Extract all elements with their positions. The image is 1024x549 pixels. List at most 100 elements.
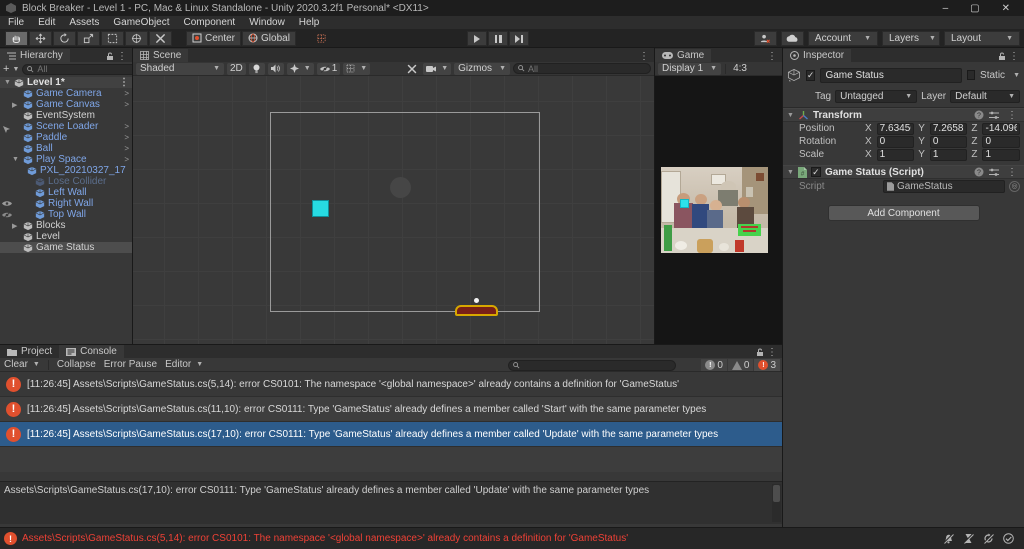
menu-item[interactable]: Edit — [38, 17, 55, 28]
transform-tool-button[interactable] — [125, 30, 148, 46]
console-log-entry[interactable]: ! [11:26:45] Assets\Scripts\GameStatus.c… — [0, 422, 782, 447]
status-error-message[interactable]: Assets\Scripts\GameStatus.cs(5,14): erro… — [22, 533, 628, 544]
hierarchy-item[interactable]: Lose Collider > — [0, 176, 132, 187]
scene-visibility-eye-icon[interactable] — [2, 200, 12, 207]
panel-menu-icon[interactable]: ⋮ — [1006, 51, 1022, 62]
presets-icon[interactable] — [989, 168, 999, 177]
static-checkbox[interactable] — [967, 70, 976, 80]
tab-inspector[interactable]: Inspector — [783, 49, 852, 62]
auto-refresh-disabled-icon[interactable] — [983, 533, 994, 544]
panel-menu-icon[interactable]: ⋮ — [764, 347, 780, 358]
status-bar[interactable]: ! Assets\Scripts\GameStatus.cs(5,14): er… — [0, 527, 1024, 549]
notifications-muted-icon[interactable] — [943, 533, 954, 544]
aspect-ratio-dropdown[interactable]: 4:3 — [730, 63, 750, 75]
hierarchy-item[interactable]: Level > — [0, 231, 132, 242]
async-progress-disabled-icon[interactable] — [963, 533, 974, 544]
console-detail-pane[interactable]: Assets\Scripts\GameStatus.cs(17,10): err… — [0, 481, 782, 524]
pivot-center-button[interactable]: Center — [186, 30, 242, 46]
audio-toggle-button[interactable] — [267, 62, 284, 75]
prefab-arrow-icon[interactable]: > — [124, 144, 129, 153]
collapse-toggle[interactable]: Collapse — [57, 359, 96, 370]
transform-component-header[interactable]: ▼ Transform ? ⋮ — [783, 108, 1024, 122]
component-menu-icon[interactable]: ⋮ — [1004, 110, 1020, 121]
hierarchy-item[interactable]: Game Status > — [0, 242, 132, 253]
scene-header-row[interactable]: ▼ Level 1* ⋮ — [0, 77, 132, 88]
lock-icon[interactable] — [998, 52, 1006, 61]
display-dropdown[interactable]: Display 1 ▼ — [658, 62, 722, 75]
presets-icon[interactable] — [989, 111, 999, 120]
editor-dropdown[interactable]: Editor ▼ — [165, 359, 203, 370]
expander-icon[interactable] — [12, 222, 20, 230]
layer-dropdown[interactable]: Default ▼ — [950, 90, 1020, 103]
pivot-global-button[interactable]: Global — [242, 30, 296, 46]
effects-dropdown[interactable]: ▼ — [286, 62, 314, 75]
console-search-input[interactable] — [523, 360, 671, 371]
prefab-arrow-icon[interactable]: > — [124, 133, 129, 142]
console-log-entry[interactable]: ! [11:26:45] Assets\Scripts\GameStatus.c… — [0, 397, 782, 422]
grid-snap-button[interactable] — [310, 31, 333, 46]
z-value-field[interactable] — [982, 135, 1020, 148]
gizmos-dropdown[interactable]: Gizmos ▼ — [454, 62, 510, 75]
help-icon[interactable]: ? — [974, 167, 984, 177]
hierarchy-item[interactable]: Right Wall > — [0, 198, 132, 209]
game-viewport[interactable] — [655, 76, 782, 344]
cloud-button[interactable] — [780, 31, 804, 46]
ghost-ball-object[interactable] — [390, 177, 411, 198]
close-button[interactable]: ✕ — [1002, 3, 1010, 14]
static-dropdown-icon[interactable]: ▼ — [1013, 72, 1020, 79]
cyan-block-object[interactable] — [312, 200, 329, 217]
console-log-entry[interactable]: ! [11:26:45] Assets\Scripts\GameStatus.c… — [0, 372, 782, 397]
account-dropdown[interactable]: Account ▼ — [807, 31, 878, 46]
scene-panel-menu-icon[interactable]: ⋮ — [636, 51, 652, 62]
y-value-field[interactable] — [929, 135, 968, 148]
hierarchy-item[interactable]: Game Canvas > — [0, 99, 132, 110]
console-scrollbar[interactable] — [772, 484, 781, 522]
ok-check-icon[interactable] — [1003, 533, 1014, 544]
scene-search-input[interactable] — [528, 63, 646, 74]
add-component-button[interactable]: Add Component — [827, 205, 980, 221]
hand-tool-button[interactable] — [5, 30, 28, 46]
maximize-button[interactable]: ▢ — [970, 3, 979, 14]
camera-dropdown[interactable]: ▼ — [423, 62, 452, 75]
tab-project[interactable]: Project — [0, 345, 59, 358]
expander-icon[interactable] — [12, 156, 20, 163]
ball-object[interactable] — [474, 298, 479, 303]
hierarchy-item[interactable]: Ball > — [0, 143, 132, 154]
pause-button[interactable] — [488, 31, 508, 46]
clear-button[interactable]: Clear ▼ — [4, 359, 40, 370]
z-value-field[interactable] — [982, 148, 1020, 161]
eye-slash-icon[interactable] — [2, 211, 12, 219]
lighting-toggle-button[interactable] — [248, 62, 265, 75]
prefab-arrow-icon[interactable]: > — [124, 155, 129, 164]
tab-game[interactable]: Game — [655, 49, 712, 62]
hierarchy-item[interactable]: Blocks > — [0, 220, 132, 231]
z-value-field[interactable] — [982, 122, 1020, 135]
rect-tool-button[interactable] — [101, 30, 124, 46]
tab-hierarchy[interactable]: Hierarchy — [0, 49, 70, 62]
x-value-field[interactable] — [876, 148, 915, 161]
y-value-field[interactable] — [929, 148, 968, 161]
move-tool-button[interactable] — [29, 30, 52, 46]
step-button[interactable] — [509, 31, 529, 46]
custom-tool-button[interactable] — [149, 30, 172, 46]
prefab-arrow-icon[interactable]: > — [124, 89, 129, 98]
hierarchy-item[interactable]: EventSystem > — [0, 110, 132, 121]
menu-item[interactable]: Help — [299, 17, 320, 28]
create-object-button[interactable]: + ▼ — [3, 63, 19, 75]
script-component-header[interactable]: ▼ # ✓ Game Status (Script) ? ⋮ — [783, 165, 1024, 179]
play-button[interactable] — [467, 31, 487, 46]
scene-viewport[interactable] — [133, 76, 654, 344]
warning-count-toggle[interactable]: 0 — [727, 359, 754, 371]
expander-icon[interactable] — [12, 101, 20, 109]
menu-item[interactable]: Component — [184, 17, 236, 28]
paddle-object[interactable] — [455, 305, 498, 316]
hierarchy-search-input[interactable] — [37, 64, 132, 74]
hierarchy-item[interactable]: Left Wall > — [0, 187, 132, 198]
scene-tools-button[interactable] — [404, 63, 420, 75]
hierarchy-item[interactable]: Game Camera > — [0, 88, 132, 99]
lock-icon[interactable] — [106, 52, 114, 61]
gameobject-icon[interactable] — [787, 65, 801, 85]
panel-menu-icon[interactable]: ⋮ — [114, 51, 130, 62]
tab-console[interactable]: Console — [59, 345, 124, 358]
x-value-field[interactable] — [876, 122, 915, 135]
